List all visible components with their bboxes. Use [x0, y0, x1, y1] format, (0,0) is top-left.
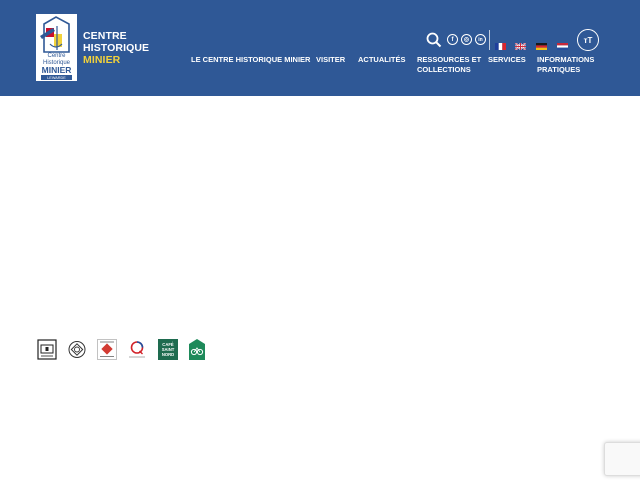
- unesco-heritage-icon: [68, 341, 86, 358]
- qualite-tourisme-label: [127, 339, 147, 360]
- flag-uk-icon: [514, 42, 527, 51]
- svg-text:NORD: NORD: [162, 352, 174, 357]
- nav-ressources[interactable]: RESSOURCES ET COLLECTIONS: [417, 55, 481, 75]
- facebook-icon: f: [451, 36, 454, 43]
- nav-label: LE CENTRE HISTORIQUE MINIER: [191, 55, 311, 64]
- flag-nl-icon: [557, 43, 568, 50]
- site-name-line-1: CENTRE: [83, 30, 127, 42]
- language-nl[interactable]: [557, 37, 568, 50]
- monument-historique-icon: [97, 339, 117, 360]
- site-logo[interactable]: Centre Historique MINIER LEWARDE: [36, 14, 77, 81]
- instagram-icon: ◎: [463, 37, 470, 43]
- svg-text:Centre: Centre: [47, 53, 66, 59]
- font-size-icon: тT: [583, 35, 593, 45]
- qualite-tourisme-icon: [129, 341, 145, 358]
- linkedin-icon: in: [478, 36, 483, 43]
- accueil-velo-label: [189, 339, 205, 360]
- flag-fr-icon: [495, 43, 506, 50]
- nav-informations[interactable]: INFORMATIONS PRATIQUES: [537, 55, 594, 75]
- nav-label: SERVICES: [488, 55, 526, 64]
- search-icon: [426, 32, 442, 48]
- header-divider: [489, 30, 490, 50]
- logo-icon: Centre Historique MINIER LEWARDE: [36, 14, 77, 81]
- site-name-line-2: HISTORIQUE: [83, 42, 150, 54]
- svg-text:LEWARDE: LEWARDE: [47, 76, 66, 80]
- font-size-button[interactable]: тT: [577, 29, 599, 51]
- flag-de-icon: [536, 43, 547, 50]
- nav-centre-historique[interactable]: LE CENTRE HISTORIQUE MINIER: [191, 55, 310, 65]
- nav-label: INFORMATIONS: [537, 55, 595, 64]
- nav-label-2: PRATIQUES: [537, 65, 581, 74]
- instagram-link[interactable]: ◎: [461, 34, 472, 45]
- unesco-heritage-label: [67, 339, 87, 360]
- nav-label: ACTUALITÉS: [358, 55, 406, 64]
- accueil-velo-icon: [189, 339, 205, 360]
- nav-label: RESSOURCES ET: [417, 55, 482, 64]
- nav-visiter[interactable]: VISITER: [316, 55, 345, 65]
- cafe-saint-nord-label: CAFÉ SAINT NORD: [158, 339, 178, 360]
- cafe-saint-nord-icon: CAFÉ SAINT NORD: [158, 339, 178, 360]
- site-name-line-3: MINIER: [83, 54, 121, 66]
- monument-historique-label: [97, 339, 117, 360]
- language-de[interactable]: [536, 37, 547, 50]
- nav-label: VISITER: [316, 55, 346, 64]
- site-header: Centre Historique MINIER LEWARDE CENTRE …: [0, 0, 640, 96]
- recaptcha-badge[interactable]: [604, 442, 640, 476]
- site-name[interactable]: CENTRE HISTORIQUE MINIER: [83, 30, 149, 66]
- linkedin-link[interactable]: in: [475, 34, 486, 45]
- search-button[interactable]: [426, 32, 442, 48]
- facebook-link[interactable]: f: [447, 34, 458, 45]
- nav-label-2: COLLECTIONS: [417, 65, 471, 74]
- nav-actualites[interactable]: ACTUALITÉS: [358, 55, 406, 65]
- nav-services[interactable]: SERVICES: [488, 55, 526, 65]
- musee-de-france-icon: [37, 339, 57, 360]
- language-fr[interactable]: [495, 37, 506, 50]
- language-en[interactable]: [514, 37, 527, 51]
- musee-de-france-label: [37, 339, 57, 360]
- svg-text:MINIER: MINIER: [42, 65, 72, 75]
